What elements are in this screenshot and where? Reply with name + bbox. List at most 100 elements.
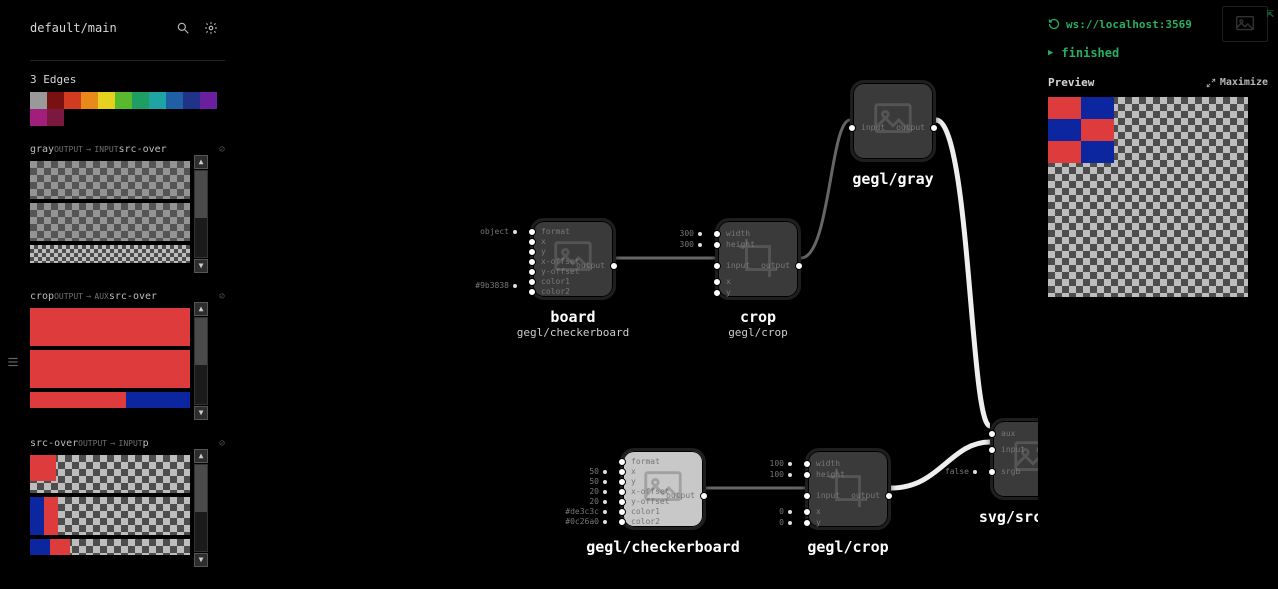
param-input: input: [1001, 445, 1025, 454]
port-out-output[interactable]: [885, 492, 893, 500]
play-icon[interactable]: ▶: [1048, 48, 1053, 58]
edge-thumbnail[interactable]: [30, 350, 190, 388]
edges-count: 3 Edges: [30, 71, 225, 92]
rail-toggle-icon[interactable]: [6, 355, 20, 372]
topbar: default/main: [0, 0, 230, 55]
port-in-height[interactable]: [713, 241, 721, 249]
param-x: x: [816, 507, 821, 516]
edge-group-scrollbar[interactable]: ▲▼: [194, 155, 208, 273]
node-body[interactable]: 300width300heightinputxyoutput: [715, 218, 801, 300]
param-x-offset: x-offset: [541, 257, 580, 266]
node-body[interactable]: inputoutput: [850, 80, 936, 162]
port-in-x[interactable]: [713, 278, 721, 286]
port-in-input[interactable]: [713, 262, 721, 270]
edge-thumbnail[interactable]: [30, 455, 190, 493]
search-icon[interactable]: [174, 19, 192, 37]
node-body[interactable]: format50x50y20x-offset20y-offset#de3c3cc…: [620, 448, 706, 530]
param-y: y: [631, 477, 636, 486]
ban-icon[interactable]: ⊘: [219, 438, 225, 449]
port-out-output[interactable]: [610, 262, 618, 270]
node-checkerboard2[interactable]: format50x50y20x-offset20y-offset#de3c3cc…: [620, 448, 763, 556]
port-in-y-offset[interactable]: [528, 268, 536, 276]
palette-swatch[interactable]: [30, 92, 47, 109]
edge-thumbnail[interactable]: [30, 203, 190, 241]
palette-swatch[interactable]: [64, 92, 81, 109]
node-srcover[interactable]: auxinputfalsesrgboutputsvg/src-over: [990, 418, 1038, 526]
param-input: input: [861, 123, 885, 132]
node-board[interactable]: objectformatxyx-offsety-offset#9b3838col…: [530, 218, 673, 339]
param-100: 100: [770, 459, 796, 468]
port-in-y-offset[interactable]: [618, 498, 626, 506]
port-in-srgb[interactable]: [988, 468, 996, 476]
refresh-icon[interactable]: [1048, 18, 1060, 30]
port-out-output[interactable]: [930, 124, 938, 132]
edge-thumbnail[interactable]: [30, 497, 190, 535]
port-in-format[interactable]: [618, 458, 626, 466]
param-y: y: [816, 518, 821, 527]
port-in-format[interactable]: [528, 228, 536, 236]
port-in-color2[interactable]: [618, 518, 626, 526]
node-body[interactable]: auxinputfalsesrgboutput: [990, 418, 1038, 500]
port-in-y[interactable]: [803, 519, 811, 527]
edge-group-label[interactable]: crop OUTPUT→AUX src-over⊘: [30, 291, 225, 302]
palette-swatch[interactable]: [183, 92, 200, 109]
port-out-output[interactable]: [700, 492, 708, 500]
port-in-width[interactable]: [803, 460, 811, 468]
port-out-output[interactable]: [795, 262, 803, 270]
port-in-y[interactable]: [528, 248, 536, 256]
port-in-x-offset[interactable]: [618, 488, 626, 496]
palette-swatch[interactable]: [149, 92, 166, 109]
port-in-x[interactable]: [803, 508, 811, 516]
port-in-height[interactable]: [803, 471, 811, 479]
edge-group-label[interactable]: gray OUTPUT→INPUT src-over⊘: [30, 144, 225, 155]
node-crop[interactable]: 300width300heightinputxyoutputcropgegl/c…: [715, 218, 858, 339]
palette-swatch[interactable]: [47, 109, 64, 126]
edge-group-label[interactable]: src-over OUTPUT→INPUT p⊘: [30, 438, 225, 449]
runtime-thumbnail[interactable]: [1222, 6, 1268, 42]
port-in-y[interactable]: [618, 478, 626, 486]
node-body[interactable]: objectformatxyx-offsety-offset#9b3838col…: [530, 218, 616, 300]
palette-swatch[interactable]: [200, 92, 217, 109]
palette-swatch[interactable]: [132, 92, 149, 109]
port-in-aux[interactable]: [988, 430, 996, 438]
port-in-y[interactable]: [713, 289, 721, 297]
edge-thumbnail[interactable]: [30, 245, 190, 263]
port-in-width[interactable]: [713, 230, 721, 238]
port-in-color2[interactable]: [528, 288, 536, 296]
edge-thumbnail[interactable]: [30, 308, 190, 346]
node-gray[interactable]: inputoutputgegl/gray: [850, 80, 993, 188]
edge-group-scrollbar[interactable]: ▲▼: [194, 449, 208, 567]
graph-canvas[interactable]: objectformatxyx-offsety-offset#9b3838col…: [230, 0, 1038, 589]
node-body[interactable]: 100width100heightinput0x0youtput: [805, 448, 891, 530]
ban-icon[interactable]: ⊘: [219, 291, 225, 302]
port-in-input[interactable]: [988, 446, 996, 454]
gear-icon[interactable]: [202, 19, 220, 37]
port-in-x[interactable]: [618, 468, 626, 476]
palette-swatch[interactable]: [115, 92, 132, 109]
palette-swatch[interactable]: [47, 92, 64, 109]
palette-swatch[interactable]: [30, 109, 47, 126]
port-in-input[interactable]: [848, 124, 856, 132]
node-title: svg/src-over: [933, 508, 1038, 526]
port-in-color1[interactable]: [528, 278, 536, 286]
color-palette[interactable]: [30, 92, 225, 126]
preview-image[interactable]: [1048, 97, 1248, 297]
palette-swatch[interactable]: [98, 92, 115, 109]
node-crop2[interactable]: 100width100heightinput0x0youtputgegl/cro…: [805, 448, 948, 556]
port-in-x-offset[interactable]: [528, 258, 536, 266]
port-in-color1[interactable]: [618, 508, 626, 516]
palette-swatch[interactable]: [166, 92, 183, 109]
pin-icon[interactable]: ⇱: [1267, 6, 1274, 20]
palette-swatch[interactable]: [81, 92, 98, 109]
edge-thumbnail[interactable]: [30, 392, 190, 408]
port-in-x[interactable]: [528, 238, 536, 246]
port-label: output: [576, 261, 605, 270]
port-in-input[interactable]: [803, 492, 811, 500]
edge-group-scrollbar[interactable]: ▲▼: [194, 302, 208, 420]
param-input: input: [816, 491, 840, 500]
image-icon: [1010, 435, 1038, 484]
ban-icon[interactable]: ⊘: [219, 144, 225, 155]
edge-thumbnail[interactable]: [30, 161, 190, 199]
edge-thumbnail[interactable]: [30, 539, 190, 555]
maximize-button[interactable]: Maximize: [1206, 77, 1268, 88]
